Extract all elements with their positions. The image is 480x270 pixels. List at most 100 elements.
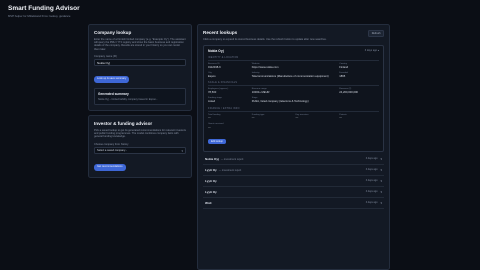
detail-cell: Revenue (€) 24,200,000,000: [339, 88, 379, 94]
history-item-age: 3 days ago: [365, 201, 378, 205]
detail-value: 10000+ MEUR: [251, 91, 270, 94]
detail-label: City: [208, 72, 212, 75]
detail-label: Country: [339, 62, 347, 65]
history-item-name: Lyyti Oy: [205, 178, 217, 183]
detail-cell: Founded 1865: [339, 72, 379, 78]
detail-cell: City Espoo: [208, 72, 248, 78]
history-item-name: Lyyti Oy: [205, 189, 217, 194]
advisor-panel: Investor & funding advisor Pick a saved …: [88, 115, 192, 179]
edit-lookup-button[interactable]: Edit lookup: [208, 138, 226, 145]
chevron-down-icon: ▾: [380, 200, 382, 205]
detail-cell: Website https://www.nokia.com: [252, 63, 336, 69]
app-subtitle: MVP helper for Mittelstand firms: lookup…: [8, 13, 71, 18]
detail-label: Revenue range: [251, 88, 267, 91]
detail-cell: Industry Telecommunications (Manufacture …: [252, 72, 336, 78]
app-title: Smart Funding Advisor: [8, 5, 80, 12]
recent-lookups-header: Recent lookups Click a company to expand…: [203, 30, 384, 41]
company-select[interactable]: Select a saved company... ▾: [94, 147, 186, 155]
website-link[interactable]: https://www.nokia.com: [252, 66, 336, 69]
expanded-lookup-card: Nokia Oyj 3 days ago ▴ IDENTITY & LOCATI…: [203, 44, 384, 152]
app-header: Smart Funding Advisor MVP helper for Mit…: [8, 5, 80, 18]
extra-grid: Total funding — Funding type — Key investo…: [208, 114, 379, 129]
identity-section-title: IDENTITY & LOCATION: [208, 57, 379, 61]
company-name-input[interactable]: Nokia Oyj: [94, 59, 186, 67]
lookup-button[interactable]: Look up & save summary: [94, 76, 130, 83]
history-item[interactable]: Nokia Oyj — investment report 3 days ago ▾: [203, 154, 384, 165]
history-item[interactable]: Lyyti Oy 3 days ago ▾: [203, 176, 384, 187]
history-item-age: 3 days ago: [365, 190, 378, 194]
history-item-title: Lyyti Oy — investment report: [205, 168, 241, 172]
history-item-age: 3 days ago: [365, 179, 378, 183]
chevron-down-icon: ▾: [181, 148, 183, 153]
detail-value: 1865: [339, 74, 346, 78]
history-item[interactable]: Lyyti Oy 3 days ago ▾: [203, 187, 384, 198]
detail-value: 24,200,000,000: [339, 91, 358, 94]
detail-cell: Country Finland: [339, 63, 379, 69]
history-item[interactable]: Wolt 3 days ago ▾: [203, 198, 384, 209]
recent-lookups-title: Recent lookups: [203, 30, 238, 35]
get-recommendations-button[interactable]: Get recommendations: [94, 164, 126, 171]
chevron-down-icon: ▾: [380, 156, 382, 161]
history-item-tag: — investment report: [218, 168, 242, 172]
detail-value: 0112038-9: [208, 65, 221, 69]
history-item-name: Lyyti Oy: [205, 167, 217, 172]
detail-cell: Revenue range 10000+ MEUR: [252, 88, 336, 94]
chevron-down-icon: ▾: [380, 178, 382, 183]
recent-lookups-description: Click a company to expand its stored bus…: [203, 37, 327, 41]
company-name-label: Company name (FI): [94, 54, 118, 58]
card-company-name: Nokia Oyj: [208, 48, 224, 53]
history-item-meta: 3 days ago ▾: [366, 179, 382, 183]
history-list: Nokia Oyj — investment report 3 days ago ▾…: [203, 154, 384, 209]
chevron-up-icon: ▴: [377, 49, 379, 53]
history-item-meta: 3 days ago ▾: [366, 168, 382, 172]
detail-cell: Stage Public, listed company (telecoms & …: [252, 97, 336, 103]
detail-label: Patents: [339, 113, 347, 116]
detail-label: Total funding: [208, 113, 221, 116]
recent-lookups-panel: Recent lookups Click a company to expand…: [197, 24, 390, 270]
detail-value: Listed: [208, 100, 216, 104]
detail-label: Employees (approx.): [208, 88, 229, 91]
detail-value: —: [251, 116, 255, 120]
detail-value: —: [295, 116, 299, 120]
detail-value: Telecommunications (Manufacture of commu…: [251, 74, 329, 78]
extra-section-title: FINANCE / EXTRA INFO: [208, 108, 379, 112]
detail-label: Industry: [251, 72, 260, 75]
detail-label: Funding type: [251, 113, 265, 116]
detail-cell: Funding type —: [252, 114, 292, 120]
detail-label: Revenue (€): [339, 88, 352, 91]
summary-title: Generated summary: [98, 92, 129, 97]
detail-value: —: [339, 116, 342, 120]
history-item-age: 3 days ago: [365, 168, 378, 172]
history-item-meta: 3 days ago ▾: [366, 190, 382, 194]
detail-cell: Key investors —: [296, 114, 336, 120]
left-column: Company lookup Enter the name of a Finni…: [88, 24, 192, 179]
history-item-meta: 3 days ago ▾: [366, 201, 382, 205]
history-item-title: Lyyti Oy: [205, 179, 219, 183]
company-lookup-title: Company lookup: [94, 30, 132, 35]
card-age-text: 3 days ago: [364, 49, 378, 53]
advisor-title: Investor & funding advisor: [94, 121, 153, 127]
detail-cell: Business ID 0112038-9: [208, 63, 248, 69]
detail-label: Business ID: [208, 62, 220, 65]
history-item[interactable]: Lyyti Oy — investment report 3 days ago ▾: [203, 165, 384, 176]
history-item-name: Nokia Oyj: [205, 156, 219, 161]
detail-label: Grants received: [208, 122, 224, 125]
choose-company-label: Choose company from history: [94, 142, 129, 146]
scale-section-title: SCALE & FINANCIALS: [208, 82, 379, 87]
advisor-description: Pick a saved lookup to get AI-generated …: [94, 128, 186, 139]
detail-label: Website: [251, 62, 260, 65]
detail-label: Founded: [339, 72, 348, 75]
detail-cell: Total funding —: [208, 114, 248, 120]
history-item-title: Nokia Oyj — investment report: [205, 157, 243, 161]
detail-label: Key investors: [295, 113, 309, 116]
generated-summary-box: Generated summary Nokia Oyj – limited li…: [94, 88, 186, 106]
detail-cell: Employees (approx.) 78,500: [208, 88, 248, 94]
detail-value: Public, listed company (telecoms & Techn…: [251, 100, 309, 104]
detail-cell: Grants received —: [208, 123, 248, 129]
card-header[interactable]: Nokia Oyj 3 days ago ▴: [208, 49, 379, 53]
refresh-button[interactable]: Refresh: [368, 30, 384, 37]
identity-grid: Business ID 0112038-9 Website https://www.…: [208, 63, 379, 78]
company-lookup-panel: Company lookup Enter the name of a Finni…: [88, 24, 192, 112]
detail-value: 78,500: [208, 91, 217, 94]
history-item-title: Wolt: [205, 201, 213, 205]
